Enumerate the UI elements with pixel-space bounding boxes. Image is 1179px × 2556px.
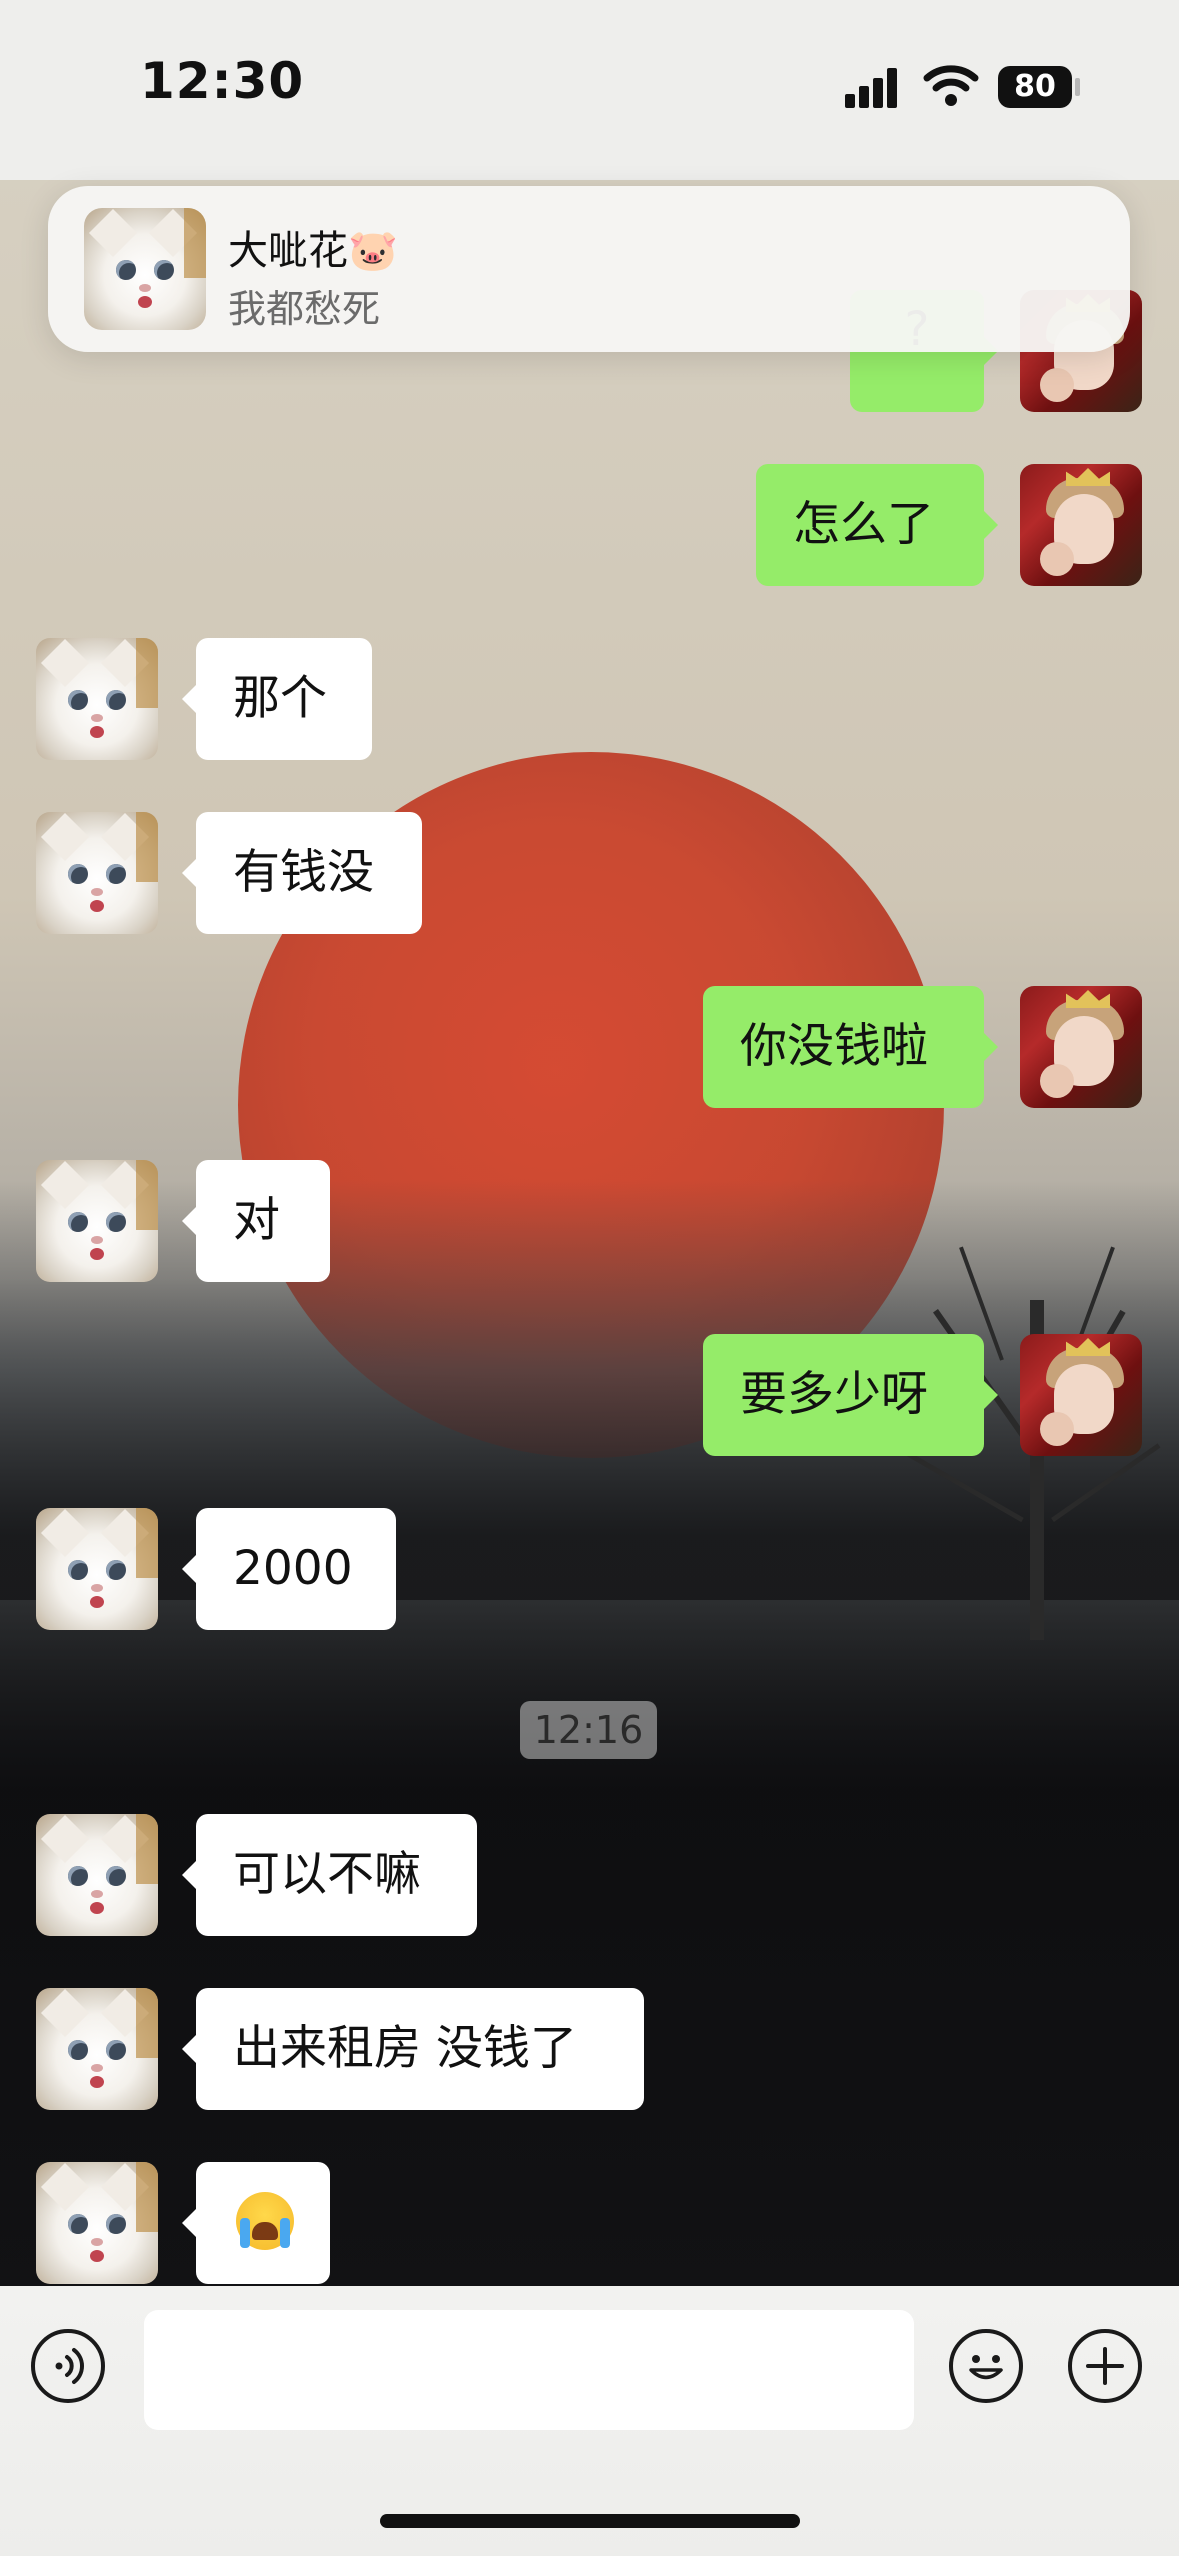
avatar-me[interactable] <box>1020 986 1142 1108</box>
avatar-contact[interactable] <box>36 638 158 760</box>
cellular-signal-icon <box>845 68 905 108</box>
home-indicator[interactable] <box>380 2514 800 2528</box>
message-bubble-emoji[interactable] <box>182 2162 330 2284</box>
emoji-icon <box>969 2355 1003 2380</box>
message-bubble[interactable]: 出来租房 没钱了 <box>182 1988 644 2110</box>
status-time: 12:30 <box>140 52 305 110</box>
voice-button[interactable] <box>31 2329 105 2403</box>
message-input[interactable] <box>144 2310 914 2430</box>
message-bubble[interactable]: 有钱没 <box>182 812 422 934</box>
message-bubble[interactable]: 2000 <box>182 1508 396 1630</box>
notification-avatar <box>84 208 206 330</box>
notification-body: 我都愁死 <box>228 287 381 331</box>
message-bubble[interactable]: 要多少呀 <box>703 1334 998 1456</box>
message-bubble[interactable]: 那个 <box>182 638 372 760</box>
emoji-button[interactable] <box>949 2329 1023 2403</box>
avatar-contact[interactable] <box>36 1508 158 1630</box>
loudly-crying-face-icon <box>236 2192 294 2250</box>
message-bubble[interactable]: 对 <box>182 1160 330 1282</box>
battery-cap <box>1075 78 1080 96</box>
avatar-contact[interactable] <box>36 1814 158 1936</box>
wifi-icon <box>923 65 979 106</box>
message-bubble[interactable]: 怎么了 <box>756 464 998 586</box>
message-bubble[interactable]: 可以不嘛 <box>182 1814 477 1936</box>
avatar-me[interactable] <box>1020 1334 1142 1456</box>
avatar-contact[interactable] <box>36 1160 158 1282</box>
avatar-contact[interactable] <box>36 2162 158 2284</box>
avatar-contact[interactable] <box>36 1988 158 2110</box>
plus-button[interactable] <box>1068 2329 1142 2403</box>
voice-icon <box>55 2348 84 2384</box>
plus-icon <box>1086 2347 1124 2385</box>
message-bubble[interactable]: 你没钱啦 <box>703 986 998 1108</box>
chat-timestamp: 12:16 <box>520 1701 657 1759</box>
notification-title: 大呲花🐷 <box>228 228 398 274</box>
battery-icon: 80 <box>998 66 1072 108</box>
avatar-contact[interactable] <box>36 812 158 934</box>
status-bar: 12:30 80 <box>0 0 1179 180</box>
avatar-me[interactable] <box>1020 464 1142 586</box>
notification-banner[interactable]: 大呲花🐷 我都愁死 <box>48 186 1130 352</box>
